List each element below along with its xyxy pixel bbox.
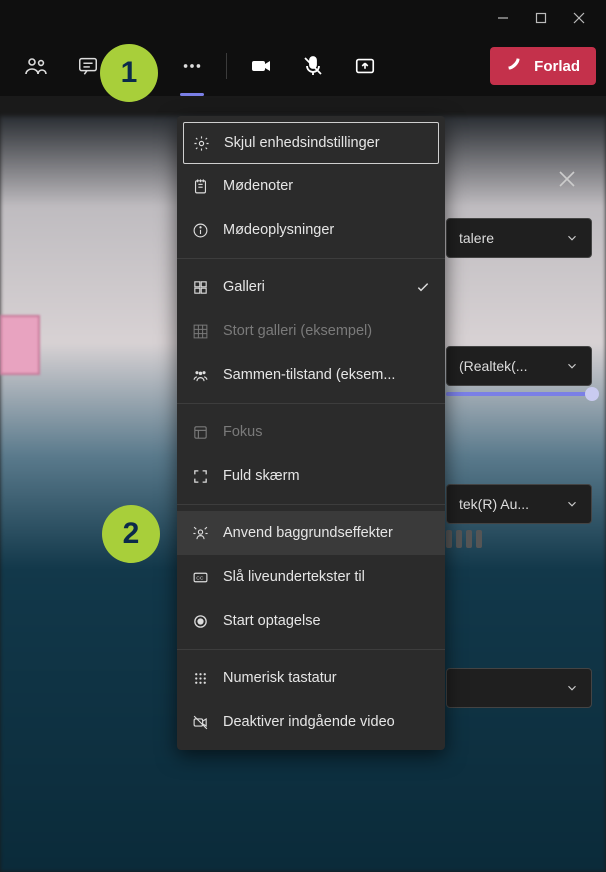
menu-separator bbox=[177, 403, 445, 404]
active-indicator bbox=[180, 93, 204, 96]
menu-device-settings[interactable]: Skjul enhedsindstillinger bbox=[183, 122, 439, 164]
mic-muted-button[interactable] bbox=[287, 42, 339, 90]
speaker-dropdown[interactable]: talere bbox=[446, 218, 592, 258]
camera-dropdown[interactable] bbox=[446, 668, 592, 708]
menu-label: Stort galleri (eksempel) bbox=[223, 323, 372, 339]
menu-label: Skjul enhedsindstillinger bbox=[224, 135, 380, 151]
grid-3x3-icon bbox=[191, 322, 209, 340]
video-preview-object bbox=[0, 315, 40, 375]
window-close-button[interactable] bbox=[572, 11, 586, 25]
more-actions-menu: Skjul enhedsindstillinger Mødenoter Møde… bbox=[177, 116, 445, 750]
svg-text:CC: CC bbox=[196, 575, 204, 581]
captions-icon: CC bbox=[191, 568, 209, 586]
more-actions-button[interactable] bbox=[166, 42, 218, 90]
callout-number: 1 bbox=[121, 56, 138, 90]
menu-label: Anvend baggrundseffekter bbox=[223, 525, 393, 541]
dropdown-value: talere bbox=[459, 230, 494, 246]
dropdown-value: (Realtek(... bbox=[459, 358, 527, 374]
grid-2x2-icon bbox=[191, 278, 209, 296]
menu-label: Numerisk tastatur bbox=[223, 670, 337, 686]
chevron-down-icon bbox=[565, 681, 579, 695]
chevron-down-icon bbox=[565, 359, 579, 373]
dropdown-value: tek(R) Au... bbox=[459, 496, 529, 512]
focus-icon bbox=[191, 423, 209, 441]
window-titlebar bbox=[0, 0, 606, 36]
toolbar-separator bbox=[226, 53, 227, 79]
menu-disable-incoming-video[interactable]: Deaktiver indgående video bbox=[177, 700, 445, 744]
hangup-icon bbox=[506, 56, 526, 76]
people-button[interactable] bbox=[10, 42, 62, 90]
menu-separator bbox=[177, 649, 445, 650]
window-maximize-button[interactable] bbox=[534, 11, 548, 25]
keypad-icon bbox=[191, 669, 209, 687]
microphone-dropdown[interactable]: (Realtek(... bbox=[446, 346, 592, 386]
menu-label: Fokus bbox=[223, 424, 263, 440]
audio-device-dropdown[interactable]: tek(R) Au... bbox=[446, 484, 592, 524]
together-icon bbox=[191, 366, 209, 384]
menu-label: Deaktiver indgående video bbox=[223, 714, 395, 730]
device-settings-panel: talere (Realtek(... tek(R) Au... bbox=[446, 150, 606, 708]
window-minimize-button[interactable] bbox=[496, 11, 510, 25]
menu-label: Mødeoplysninger bbox=[223, 222, 334, 238]
menu-background-effects[interactable]: Anvend baggrundseffekter bbox=[177, 511, 445, 555]
panel-close-button[interactable] bbox=[558, 170, 576, 188]
callout-2: 2 bbox=[102, 505, 160, 563]
menu-label: Fuld skærm bbox=[223, 468, 300, 484]
background-effects-icon bbox=[191, 524, 209, 542]
check-icon bbox=[415, 279, 431, 295]
menu-gallery[interactable]: Galleri bbox=[177, 265, 445, 309]
chevron-down-icon bbox=[565, 231, 579, 245]
menu-separator bbox=[177, 258, 445, 259]
menu-focus: Fokus bbox=[177, 410, 445, 454]
notes-icon bbox=[191, 177, 209, 195]
menu-together-mode[interactable]: Sammen-tilstand (eksem... bbox=[177, 353, 445, 397]
info-icon bbox=[191, 221, 209, 239]
menu-start-recording[interactable]: Start optagelse bbox=[177, 599, 445, 643]
video-off-icon bbox=[191, 713, 209, 731]
record-icon bbox=[191, 612, 209, 630]
menu-meeting-notes[interactable]: Mødenoter bbox=[177, 164, 445, 208]
callout-1: 1 bbox=[100, 44, 158, 102]
menu-separator bbox=[177, 504, 445, 505]
slider-thumb[interactable] bbox=[585, 387, 599, 401]
meeting-toolbar: Forlad bbox=[0, 36, 606, 96]
menu-live-captions[interactable]: CC Slå liveundertekster til bbox=[177, 555, 445, 599]
mic-level-indicator bbox=[446, 530, 592, 548]
menu-label: Galleri bbox=[223, 279, 265, 295]
gear-icon bbox=[192, 134, 210, 152]
menu-label: Start optagelse bbox=[223, 613, 321, 629]
leave-button[interactable]: Forlad bbox=[490, 47, 596, 85]
fullscreen-icon bbox=[191, 467, 209, 485]
menu-keypad[interactable]: Numerisk tastatur bbox=[177, 656, 445, 700]
leave-label: Forlad bbox=[534, 58, 580, 75]
callout-number: 2 bbox=[123, 517, 140, 551]
menu-large-gallery: Stort galleri (eksempel) bbox=[177, 309, 445, 353]
share-screen-button[interactable] bbox=[339, 42, 391, 90]
volume-slider[interactable] bbox=[446, 392, 592, 396]
menu-label: Slå liveundertekster til bbox=[223, 569, 365, 585]
menu-fullscreen[interactable]: Fuld skærm bbox=[177, 454, 445, 498]
menu-meeting-info[interactable]: Mødeoplysninger bbox=[177, 208, 445, 252]
camera-button[interactable] bbox=[235, 42, 287, 90]
chevron-down-icon bbox=[565, 497, 579, 511]
menu-label: Sammen-tilstand (eksem... bbox=[223, 367, 395, 383]
menu-label: Mødenoter bbox=[223, 178, 293, 194]
